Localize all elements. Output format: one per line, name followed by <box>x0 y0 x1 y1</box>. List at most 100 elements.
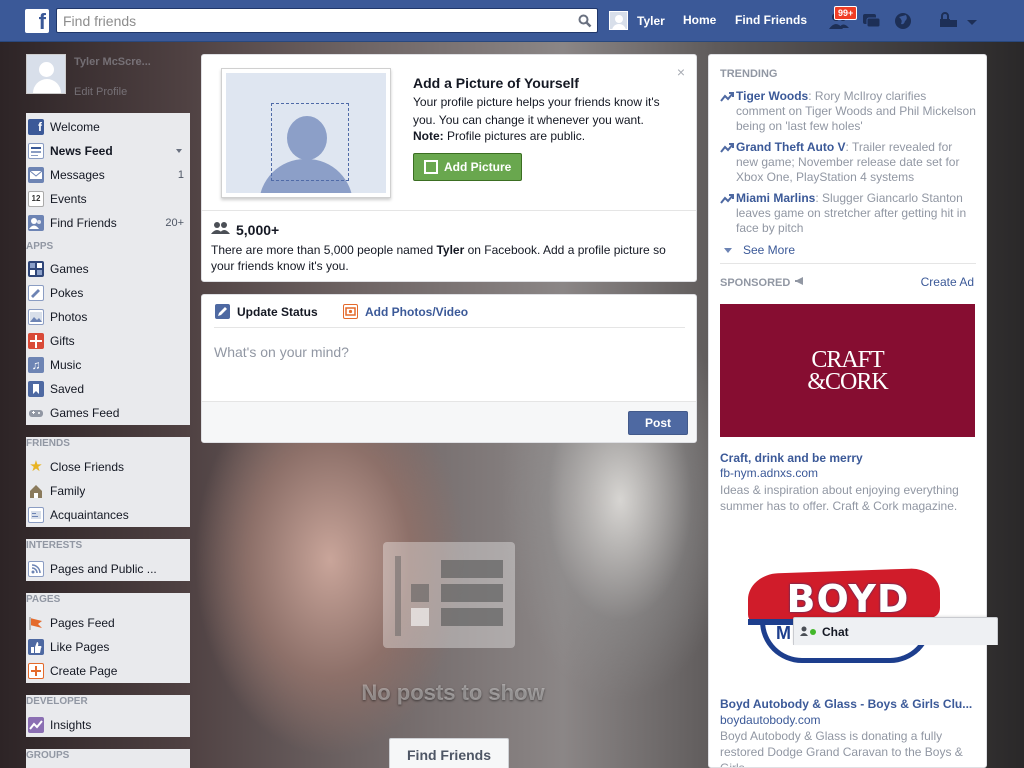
ad-title[interactable]: Craft, drink and be merry <box>720 451 976 465</box>
sidebar-item-family[interactable]: Family <box>26 479 190 503</box>
profile-mini: Tyler McScre... Edit Profile <box>26 54 190 104</box>
sidebar-item-music[interactable]: ♫ Music <box>26 353 190 377</box>
tab-label: Add Photos/Video <box>365 304 469 319</box>
trending-topic[interactable]: Tiger Woods <box>736 89 808 103</box>
people-count-value: 5,000+ <box>236 221 280 238</box>
tab-divider <box>214 327 685 328</box>
chevron-down-icon[interactable] <box>176 149 182 153</box>
people-icon <box>211 221 231 238</box>
sidebar-item-label: Acquaintances <box>50 508 129 522</box>
left-sidebar: Tyler McScre... Edit Profile f Welcome N… <box>26 54 190 768</box>
gifts-icon <box>28 333 44 349</box>
calendar-icon: 12 <box>28 191 44 207</box>
pages-feed-icon <box>28 615 44 631</box>
chat-tab[interactable]: Chat <box>793 617 998 645</box>
trending-item[interactable]: Tiger Woods: Rory McIlroy clarifies comm… <box>720 89 976 134</box>
sidebar-item-acquaintances[interactable]: Acquaintances <box>26 503 190 527</box>
nav-main: f Welcome News Feed Messages 1 12 Events… <box>26 113 190 237</box>
empty-feed-icon <box>383 542 515 648</box>
notification-badge: 99+ <box>834 6 858 20</box>
sidebar-item-welcome[interactable]: f Welcome <box>26 115 190 139</box>
sidebar-item-games-feed[interactable]: Games Feed <box>26 401 190 425</box>
sidebar-item-create-page[interactable]: Create Page <box>26 659 190 683</box>
add-picture-button[interactable]: Add Picture <box>413 153 522 181</box>
create-page-icon <box>28 663 44 679</box>
music-icon: ♫ <box>28 357 44 373</box>
sidebar-item-events[interactable]: 12 Events <box>26 187 190 211</box>
sidebar-item-label: Family <box>50 484 86 498</box>
sidebar-item-label: Photos <box>50 310 88 324</box>
globe-icon[interactable] <box>893 11 915 31</box>
sidebar-item-pages-feed[interactable]: Pages Feed <box>26 611 190 635</box>
ad-url[interactable]: fb-nym.adnxs.com <box>720 466 818 480</box>
prompt-note: Note: Profile pictures are public. <box>413 129 585 143</box>
ad-logo-text: M <box>776 623 791 643</box>
account-menu-chevron-down-icon[interactable] <box>966 16 988 36</box>
trending-arrow-icon <box>720 91 736 134</box>
facebook-logo-icon[interactable]: f <box>25 9 49 33</box>
search-input[interactable] <box>57 9 557 32</box>
edit-profile-link[interactable]: Edit Profile <box>74 86 127 98</box>
sidebar-item-close-friends[interactable]: ★ Close Friends <box>26 455 190 479</box>
privacy-lock-icon[interactable] <box>938 11 960 31</box>
profile-picture-frame[interactable] <box>221 68 391 198</box>
top-bar: f Tyler Home Find Friends 99+ <box>0 0 1024 42</box>
sidebar-item-pokes[interactable]: Pokes <box>26 281 190 305</box>
prompt-title: Add a Picture of Yourself <box>413 75 579 91</box>
pokes-icon <box>28 285 44 301</box>
close-icon[interactable]: × <box>677 64 685 80</box>
see-more-link[interactable]: See More <box>724 243 795 257</box>
sidebar-item-games[interactable]: Games <box>26 257 190 281</box>
sidebar-item-label: Welcome <box>50 120 100 134</box>
facebook-icon: f <box>28 119 44 135</box>
create-ad-link[interactable]: Create Ad <box>921 275 974 289</box>
profile-picture-placeholder[interactable] <box>26 54 66 94</box>
find-friends-link[interactable]: Find Friends <box>735 13 807 27</box>
nav-groups: GROUPS <box>26 749 190 768</box>
sidebar-item-saved[interactable]: Saved <box>26 377 190 401</box>
trending-topic[interactable]: Miami Marlins <box>736 191 815 205</box>
tab-update-status[interactable]: Update Status <box>215 304 318 319</box>
sidebar-item-find-friends[interactable]: Find Friends 20+ <box>26 211 190 235</box>
sidebar-item-messages[interactable]: Messages 1 <box>26 163 190 187</box>
sidebar-item-news-feed[interactable]: News Feed <box>26 139 190 163</box>
search-icon[interactable] <box>575 11 595 31</box>
find-friends-count: 20+ <box>165 217 184 229</box>
games-feed-icon <box>28 405 44 421</box>
chevron-down-icon <box>724 247 732 253</box>
ad-image-craft-and-cork[interactable]: CRAFT &CORK <box>720 304 975 437</box>
post-button[interactable]: Post <box>628 411 688 435</box>
sidebar-item-insights[interactable]: Insights <box>26 713 190 737</box>
rss-icon <box>28 561 44 577</box>
acquaintances-icon <box>28 507 44 523</box>
section-heading-interests: INTERESTS <box>26 540 83 551</box>
section-heading-pages: PAGES <box>26 594 61 605</box>
status-input[interactable] <box>214 341 684 363</box>
tab-add-photos-video[interactable]: Add Photos/Video <box>343 304 468 319</box>
ad-title[interactable]: Boyd Autobody & Glass - Boys & Girls Clu… <box>720 697 976 711</box>
sidebar-item-label: Gifts <box>50 334 75 348</box>
sidebar-item-pages-and-public[interactable]: Pages and Public ... <box>26 557 190 581</box>
top-user-link[interactable]: Tyler <box>609 11 665 30</box>
sidebar-item-label: Like Pages <box>50 640 110 654</box>
section-heading-developer: DEVELOPER <box>26 696 88 707</box>
add-photo-icon <box>424 160 438 174</box>
trending-topic[interactable]: Grand Theft Auto V <box>736 140 846 154</box>
sidebar-item-like-pages[interactable]: Like Pages <box>26 635 190 659</box>
sidebar-item-label: Pages and Public ... <box>50 562 157 576</box>
trending-item[interactable]: Miami Marlins: Slugger Giancarlo Stanton… <box>720 191 976 236</box>
status-composer: Update Status Add Photos/Video Post <box>201 294 697 443</box>
like-icon <box>28 639 44 655</box>
sidebar-item-gifts[interactable]: Gifts <box>26 329 190 353</box>
find-friends-button[interactable]: Find Friends <box>389 738 509 768</box>
section-heading-friends: FRIENDS <box>26 438 70 449</box>
profile-name[interactable]: Tyler McScre... <box>74 56 151 69</box>
sidebar-item-photos[interactable]: Photos <box>26 305 190 329</box>
messages-icon[interactable] <box>860 11 882 31</box>
profile-picture-illustration <box>226 73 386 193</box>
ad-url[interactable]: boydautobody.com <box>720 713 821 727</box>
sidebar-item-label: Close Friends <box>50 460 125 474</box>
trending-item[interactable]: Grand Theft Auto V: Trailer revealed for… <box>720 140 976 185</box>
sidebar-item-label: Messages <box>50 168 105 182</box>
home-link[interactable]: Home <box>683 13 716 27</box>
